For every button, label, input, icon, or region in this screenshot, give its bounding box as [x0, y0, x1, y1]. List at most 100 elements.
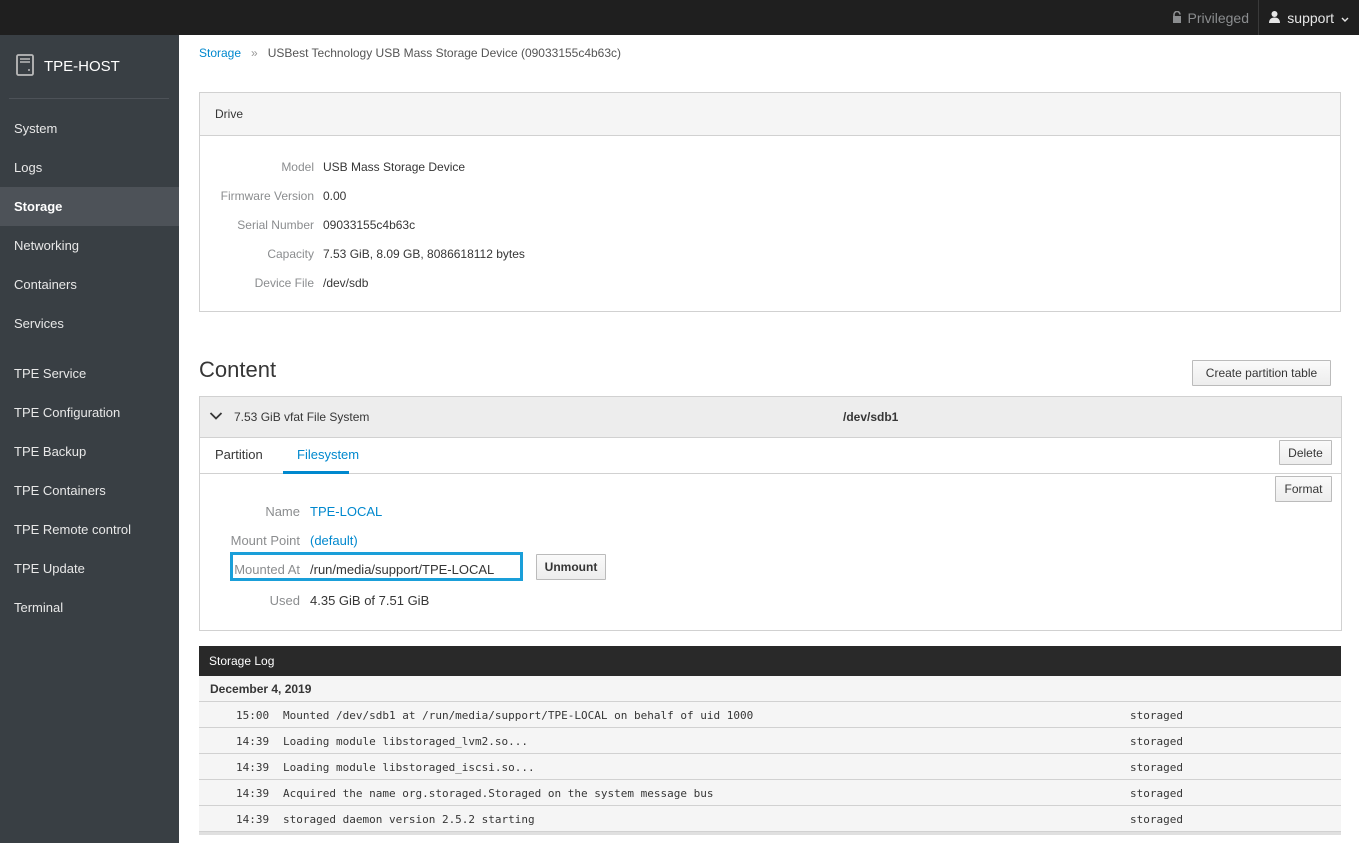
log-time: 14:39 — [236, 761, 270, 774]
log-entry[interactable]: 15:00 Mounted /dev/sdb1 at /run/media/sup… — [199, 702, 1341, 728]
log-message: Mounted /dev/sdb1 at /run/media/support/… — [283, 709, 754, 722]
log-source: storaged — [1130, 761, 1183, 774]
sidebar-item-tpe-backup[interactable]: TPE Backup — [0, 432, 179, 471]
field-label: Device File — [254, 276, 314, 290]
log-source: storaged — [1130, 709, 1183, 722]
topbar-divider — [1258, 0, 1259, 35]
sidebar: TPE-HOST System Logs Storage Networking … — [0, 35, 179, 843]
content-entry-header[interactable]: 7.53 GiB vfat File System /dev/sdb1 — [200, 397, 1341, 438]
create-partition-table-button[interactable]: Create partition table — [1192, 360, 1331, 386]
log-time: 15:00 — [236, 709, 270, 722]
log-message: storaged daemon version 2.5.2 starting — [283, 813, 535, 826]
format-button[interactable]: Format — [1275, 476, 1332, 502]
active-tab-indicator — [283, 471, 349, 474]
sidebar-item-tpe-containers[interactable]: TPE Containers — [0, 471, 179, 510]
log-entry[interactable]: 14:39 storaged daemon version 2.5.2 start… — [199, 806, 1341, 832]
filesystem-name-link[interactable]: TPE-LOCAL — [310, 504, 382, 519]
drive-panel: Drive Model USB Mass Storage Device Firmw… — [199, 92, 1341, 312]
log-message: Acquired the name org.storaged.Storaged … — [283, 787, 714, 800]
server-icon — [16, 53, 34, 80]
field-label: Name — [265, 504, 300, 519]
breadcrumb: Storage » USBest Technology USB Mass Sto… — [199, 46, 621, 60]
storage-log-title: Storage Log — [199, 646, 1341, 676]
top-bar: Privileged support — [0, 0, 1359, 35]
tab-filesystem[interactable]: Filesystem — [297, 447, 359, 462]
sidebar-item-services[interactable]: Services — [0, 304, 179, 343]
field-label: Model — [281, 160, 314, 174]
field-value: 09033155c4b63c — [323, 218, 416, 232]
sidebar-item-tpe-update[interactable]: TPE Update — [0, 549, 179, 588]
content-tabs: Partition Filesystem — [200, 438, 1341, 474]
field-label: Capacity — [267, 247, 314, 261]
sidebar-item-label: TPE Containers — [14, 483, 106, 498]
sidebar-item-tpe-remote-control[interactable]: TPE Remote control — [0, 510, 179, 549]
content-entry-device: /dev/sdb1 — [843, 410, 899, 424]
sidebar-item-system[interactable]: System — [0, 109, 179, 148]
sidebar-item-label: Logs — [14, 160, 43, 175]
field-value: 7.53 GiB, 8.09 GB, 8086618112 bytes — [323, 247, 525, 261]
host-header[interactable]: TPE-HOST — [0, 35, 179, 98]
breadcrumb-current: USBest Technology USB Mass Storage Devic… — [267, 46, 622, 60]
sidebar-item-networking[interactable]: Networking — [0, 226, 179, 265]
log-source: storaged — [1130, 813, 1183, 826]
user-label: support — [1287, 9, 1334, 26]
sidebar-item-containers[interactable]: Containers — [0, 265, 179, 304]
sidebar-item-tpe-service[interactable]: TPE Service — [0, 354, 179, 393]
sidebar-item-terminal[interactable]: Terminal — [0, 588, 179, 627]
log-time: 14:39 — [236, 813, 270, 826]
unmount-button[interactable]: Unmount — [536, 554, 606, 580]
host-name: TPE-HOST — [44, 58, 120, 75]
mounted-at-value: /run/media/support/TPE-LOCAL — [310, 562, 495, 577]
log-entry[interactable]: 14:39 Loading module libstoraged_lvm2.so.… — [199, 728, 1341, 754]
content-entry-description: 7.53 GiB vfat File System — [234, 410, 370, 424]
sidebar-item-label: TPE Configuration — [14, 405, 121, 420]
content-entry-panel: 7.53 GiB vfat File System /dev/sdb1 Part… — [199, 396, 1342, 631]
drive-panel-title: Drive — [200, 93, 1340, 136]
sidebar-item-label: TPE Update — [14, 561, 85, 576]
sidebar-nav: System Logs Storage Networking Container… — [0, 109, 179, 627]
field-label: Firmware Version — [220, 189, 314, 203]
sidebar-divider — [9, 98, 169, 99]
sidebar-item-logs[interactable]: Logs — [0, 148, 179, 187]
log-source: storaged — [1130, 735, 1183, 748]
storage-log-date: December 4, 2019 — [199, 676, 1341, 702]
log-time: 14:39 — [236, 735, 270, 748]
log-entry[interactable]: 14:39 Loading module libstoraged_iscsi.so… — [199, 754, 1341, 780]
delete-button[interactable]: Delete — [1279, 440, 1332, 465]
log-source: storaged — [1130, 787, 1183, 800]
sidebar-item-label: Services — [14, 316, 64, 331]
content-title: Content — [199, 357, 277, 382]
sidebar-item-label: Networking — [14, 238, 80, 253]
drive-serial-row: Serial Number 09033155c4b63c — [200, 218, 600, 232]
field-label: Serial Number — [237, 218, 314, 232]
breadcrumb-storage-link[interactable]: Storage — [199, 46, 241, 60]
tab-partition[interactable]: Partition — [215, 447, 263, 462]
privileged-indicator[interactable]: Privileged — [1172, 0, 1249, 35]
mount-point-link[interactable]: (default) — [310, 533, 358, 548]
log-time: 14:39 — [236, 787, 270, 800]
log-entry[interactable]: 14:39 Acquired the name org.storaged.Stor… — [199, 780, 1341, 806]
chevron-down-icon — [1341, 10, 1349, 26]
drive-model-row: Model USB Mass Storage Device — [200, 160, 600, 174]
user-menu[interactable]: support — [1269, 0, 1349, 35]
field-value: USB Mass Storage Device — [323, 160, 466, 174]
chevron-down-icon — [209, 409, 223, 424]
privileged-label: Privileged — [1187, 9, 1249, 26]
used-row: Used 4.35 GiB of 7.51 GiB — [200, 593, 430, 608]
sidebar-item-label: TPE Backup — [14, 444, 87, 459]
filesystem-name-row: Name TPE-LOCAL — [200, 504, 382, 519]
storage-log: Storage Log December 4, 2019 15:00 Mounte… — [199, 646, 1341, 835]
log-message: Loading module libstoraged_iscsi.so... — [283, 761, 535, 774]
mounted-at-row: Mounted At/run/media/support/TPE-LOCAL — [200, 562, 494, 577]
used-value: 4.35 GiB of 7.51 GiB — [310, 593, 430, 608]
storage-log-scroll-edge — [199, 832, 1341, 835]
sidebar-item-tpe-configuration[interactable]: TPE Configuration — [0, 393, 179, 432]
user-icon — [1269, 10, 1281, 26]
sidebar-item-label: Storage — [14, 199, 63, 214]
field-label: Mounted At — [234, 562, 300, 577]
mount-point-row: Mount Point (default) — [200, 533, 358, 548]
sidebar-item-storage[interactable]: Storage — [0, 187, 179, 226]
field-label: Used — [269, 593, 300, 608]
main-content: Storage » USBest Technology USB Mass Sto… — [179, 35, 1359, 843]
